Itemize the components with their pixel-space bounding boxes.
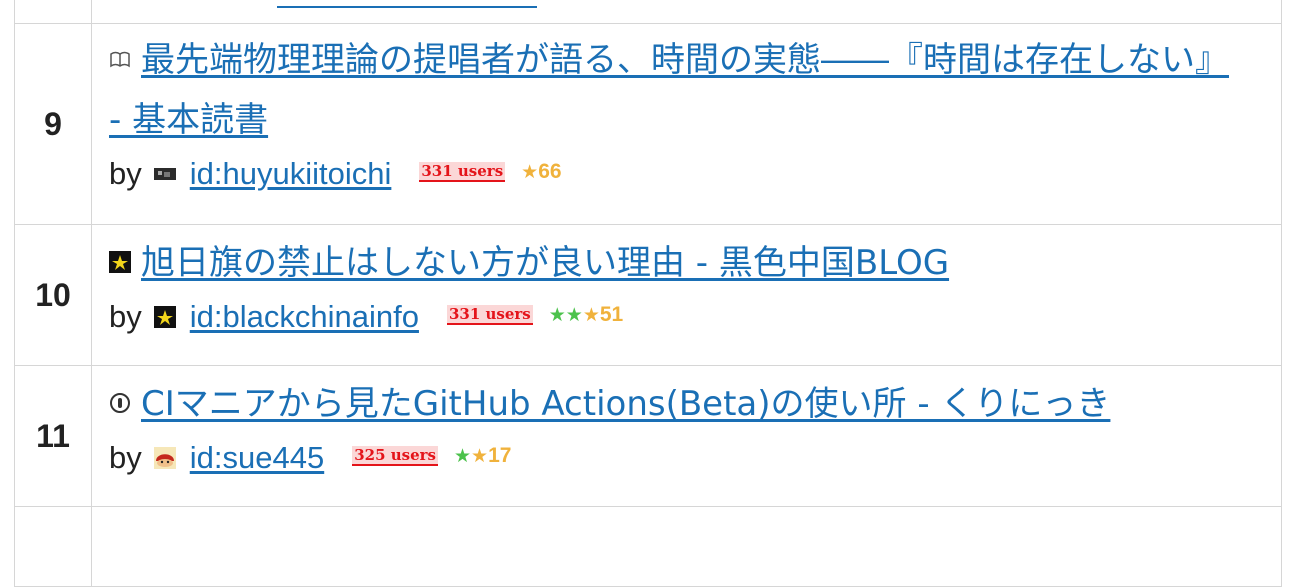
circle-logo-icon <box>109 392 131 414</box>
star-rating[interactable]: ★66 <box>521 150 561 194</box>
green-stars: ★★ <box>548 304 583 326</box>
rank-cell <box>15 507 92 586</box>
rank-number: 10 <box>15 225 92 365</box>
table-row: 10 旭日旗の禁止はしない方が良い理由 - 黒色中国BLOG by id:bla… <box>15 225 1281 366</box>
table-row-partial-top <box>15 0 1281 24</box>
table-row-partial-bottom <box>15 507 1281 587</box>
entry-title: 最先端物理理論の提唱者が語る、時間の実態――『時間は存在しない』 - 基本読書 <box>109 24 1281 150</box>
bookmark-count-badge[interactable]: 331 users <box>446 305 533 325</box>
star-count: 17 <box>488 444 512 467</box>
entry-cell <box>92 507 1281 586</box>
entry-title-link[interactable]: 最先端物理理論の提唱者が語る、時間の実態――『時間は存在しない』 <box>141 40 1229 80</box>
hotentry-table: 9 最先端物理理論の提唱者が語る、時間の実態――『時間は存在しない』 - 基本読… <box>14 0 1282 587</box>
table-row: 9 最先端物理理論の提唱者が語る、時間の実態――『時間は存在しない』 - 基本読… <box>15 24 1281 225</box>
star-count: 51 <box>599 303 624 326</box>
user-link[interactable]: id:blackchinainfo <box>190 295 419 339</box>
table-row: 11 CIマニアから見たGitHub Actions(Beta)の使い所 - く… <box>15 366 1281 507</box>
character-avatar-icon <box>153 447 176 469</box>
entry-byline: by id:sue445 325 users ★★17 <box>109 434 1281 482</box>
user-link[interactable]: id:sue445 <box>190 436 324 480</box>
user-link[interactable]: id:huyukiitoichi <box>190 152 392 196</box>
yellow-star-icon: ★ <box>471 445 489 467</box>
entry-title: CIマニアから見たGitHub Actions(Beta)の使い所 - くりにっ… <box>109 366 1281 434</box>
entry-cell: 最先端物理理論の提唱者が語る、時間の実態――『時間は存在しない』 - 基本読書 … <box>92 24 1281 224</box>
entry-title-link[interactable]: CIマニアから見たGitHub Actions(Beta)の使い所 - くりにっ… <box>141 384 1110 424</box>
rank-number: 9 <box>15 24 92 224</box>
bookmark-count-badge[interactable]: 331 users <box>419 162 506 182</box>
green-stars: ★ <box>453 445 472 467</box>
by-label: by <box>109 440 142 475</box>
star-rating[interactable]: ★★17 <box>454 434 511 478</box>
user-link-partial[interactable] <box>277 0 537 8</box>
entry-cell <box>92 0 1281 23</box>
bookmark-count-badge[interactable]: 325 users <box>352 446 438 466</box>
by-label: by <box>109 156 142 191</box>
rank-number: 11 <box>15 366 92 506</box>
user-avatar-icon <box>153 163 176 185</box>
yellow-star-icon: ★ <box>582 304 600 326</box>
star-flag-icon <box>109 250 131 273</box>
entry-cell: 旭日旗の禁止はしない方が良い理由 - 黒色中国BLOG by id:blackc… <box>92 225 1281 365</box>
entry-byline: by id:blackchinainfo 331 users ★★★51 <box>109 293 1281 341</box>
by-label: by <box>109 299 142 334</box>
star-flag-icon <box>153 306 176 328</box>
entry-title: 旭日旗の禁止はしない方が良い理由 - 黒色中国BLOG <box>109 225 1281 293</box>
open-book-icon <box>109 48 131 70</box>
star-count: 66 <box>538 160 562 183</box>
entry-title-link-continued[interactable]: - 基本読書 <box>109 100 268 140</box>
entry-byline: by id:huyukiitoichi 331 users ★66 <box>109 150 1281 198</box>
yellow-star-icon: ★ <box>521 161 539 183</box>
entry-cell: CIマニアから見たGitHub Actions(Beta)の使い所 - くりにっ… <box>92 366 1281 506</box>
rank-cell <box>15 0 92 23</box>
entry-title-link[interactable]: 旭日旗の禁止はしない方が良い理由 - 黒色中国BLOG <box>141 243 949 283</box>
star-rating[interactable]: ★★★51 <box>549 293 623 337</box>
